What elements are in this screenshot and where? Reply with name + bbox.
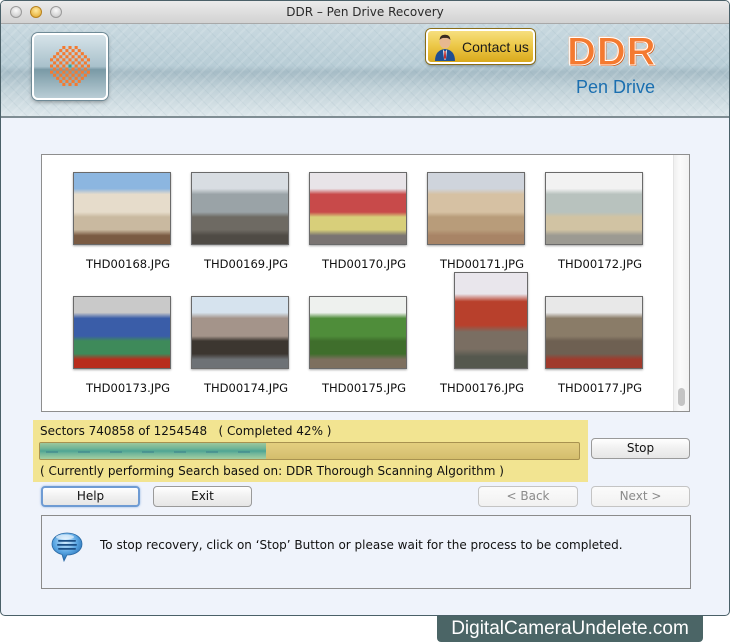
- file-thumbnail[interactable]: THD00174.JPG: [191, 287, 301, 407]
- header-banner: Contact us DDR Pen Drive: [1, 24, 729, 118]
- thumbnail-image: [309, 296, 407, 369]
- file-thumbnail[interactable]: THD00172.JPG: [545, 163, 655, 283]
- scan-progress-bar: [39, 442, 580, 460]
- brand-logo-text: DDR: [567, 30, 657, 75]
- file-name-label: THD00174.JPG: [203, 381, 288, 395]
- file-thumbnail[interactable]: THD00169.JPG: [191, 163, 301, 283]
- file-thumbnail[interactable]: THD00176.JPG: [427, 272, 537, 407]
- app-window: DDR – Pen Drive Recovery Contact us DDR …: [0, 0, 730, 616]
- file-thumbnail[interactable]: THD00175.JPG: [309, 287, 419, 407]
- contact-us-button[interactable]: Contact us: [426, 29, 535, 64]
- contact-us-label: Contact us: [462, 39, 529, 55]
- stop-button[interactable]: Stop: [591, 438, 690, 459]
- file-name-label: THD00176.JPG: [439, 381, 524, 395]
- thumbnail-image: [427, 172, 525, 245]
- file-name-label: THD00171.JPG: [439, 257, 524, 271]
- file-name-label: THD00170.JPG: [321, 257, 406, 271]
- thumbnail-image: [545, 172, 643, 245]
- help-button[interactable]: Help: [41, 486, 140, 507]
- scan-status-text: ( Currently performing Search based on: …: [40, 464, 504, 478]
- file-name-label: THD00175.JPG: [321, 381, 406, 395]
- file-thumbnail[interactable]: THD00173.JPG: [73, 287, 183, 407]
- thumbnail-image: [309, 172, 407, 245]
- scrollbar-thumb[interactable]: [678, 388, 685, 406]
- back-button[interactable]: < Back: [478, 486, 578, 507]
- exit-button[interactable]: Exit: [153, 486, 252, 507]
- thumbnail-image: [545, 296, 643, 369]
- thumbnail-image: [73, 172, 171, 245]
- file-thumbnail[interactable]: THD00168.JPG: [73, 163, 183, 283]
- thumbnail-image: [454, 272, 528, 369]
- gallery-scrollbar[interactable]: [673, 155, 689, 411]
- watermark-banner: DigitalCameraUndelete.com: [437, 616, 703, 642]
- product-name: Pen Drive: [576, 77, 656, 97]
- support-person-icon: [435, 34, 455, 61]
- thumbnail-image: [73, 296, 171, 369]
- title-bar: DDR – Pen Drive Recovery: [1, 1, 729, 24]
- speech-bubble-icon: [51, 532, 83, 563]
- sectors-progress-text: Sectors 740858 of 1254548 ( Completed 42…: [40, 424, 332, 438]
- file-thumbnail[interactable]: THD00171.JPG: [427, 163, 537, 283]
- file-thumbnail[interactable]: THD00170.JPG: [309, 163, 419, 283]
- file-name-label: THD00173.JPG: [85, 381, 170, 395]
- thumbnail-image: [191, 296, 289, 369]
- file-name-label: THD00172.JPG: [557, 257, 642, 271]
- recovered-files-gallery: THD00177.JPG THD00176.JPG THD00175.JPG THD0…: [41, 154, 690, 412]
- scan-progress-fill: [40, 443, 267, 459]
- thumbnail-image: [191, 172, 289, 245]
- scan-progress-panel: Sectors 740858 of 1254548 ( Completed 42…: [33, 420, 588, 482]
- window-title: DDR – Pen Drive Recovery: [286, 5, 444, 19]
- file-name-label: THD00177.JPG: [557, 381, 642, 395]
- checker-logo-icon: [50, 46, 90, 86]
- info-message-panel: To stop recovery, click on ‘Stop’ Button…: [41, 515, 691, 589]
- app-logo: [32, 33, 108, 100]
- file-thumbnail[interactable]: THD00177.JPG: [545, 287, 655, 407]
- info-message-text: To stop recovery, click on ‘Stop’ Button…: [100, 538, 623, 552]
- file-name-label: THD00169.JPG: [203, 257, 288, 271]
- file-name-label: THD00168.JPG: [85, 257, 170, 271]
- next-button[interactable]: Next >: [591, 486, 690, 507]
